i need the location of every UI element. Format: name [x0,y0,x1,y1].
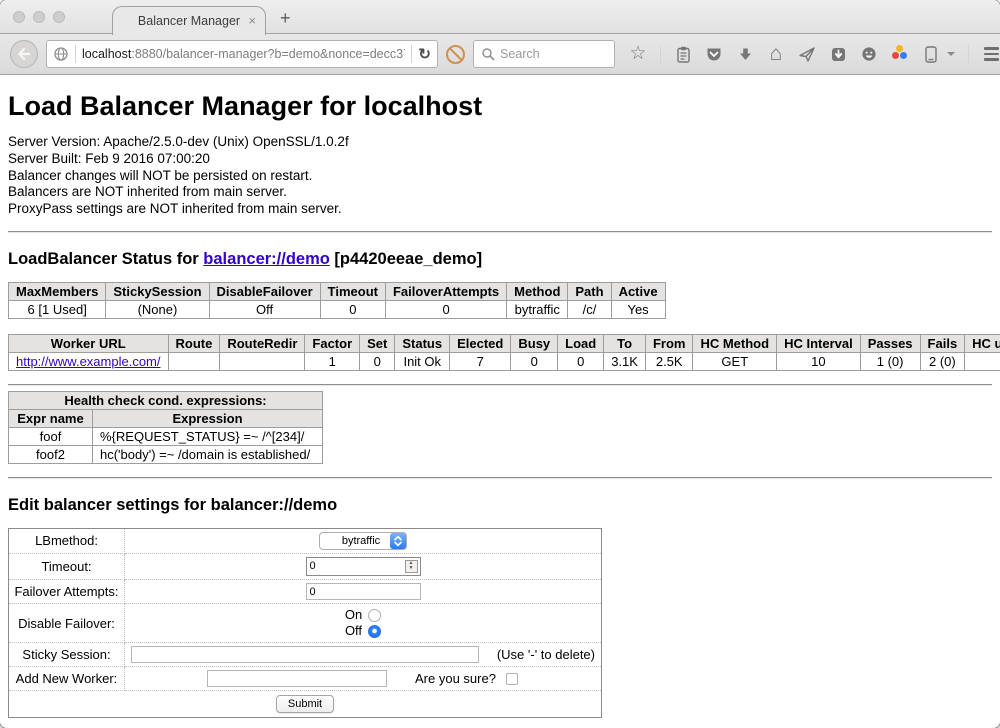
submit-row: Submit [9,691,602,718]
pocket-icon[interactable] [705,45,723,63]
reload-icon[interactable]: ↻ [418,45,431,63]
lbmethod-row: LBmethod: bytraffic [9,528,602,553]
failover-attempts-input[interactable] [306,583,421,600]
chevron-down-icon[interactable] [947,52,955,56]
health-row: foof %{REQUEST_STATUS} =~ /^[234]/ [9,427,323,445]
lbmethod-select[interactable]: bytraffic [319,532,407,550]
table-row: 6 [1 Used] (None) Off 0 0 bytraffic /c/ … [9,300,666,318]
divider [8,477,992,479]
table-header-row: MaxMembers StickySession DisableFailover… [9,282,666,300]
worker-status-table: Worker URL Route RouteRedir Factor Set S… [8,334,1000,371]
page-content: Load Balancer Manager for localhost Serv… [0,75,1000,727]
home-icon[interactable]: ⌂ [767,45,785,63]
notice-inherit: Balancers are NOT inherited from main se… [8,184,992,201]
worker-url-link[interactable]: http://www.example.com/ [16,354,161,369]
search-icon [481,47,495,61]
send-icon[interactable] [798,45,816,63]
minimize-window-button[interactable] [33,11,45,23]
tablet-sync-icon[interactable] [922,45,940,63]
timeout-row: Timeout: ▲▼ [9,553,602,579]
lbmethod-label: LBmethod: [9,528,125,553]
timeout-label: Timeout: [9,553,125,579]
content-blocked-icon[interactable] [446,45,465,64]
tab-balancer-manager[interactable]: Balancer Manager × [112,6,266,35]
radio-on-label: On [345,607,362,623]
urlbar-divider [75,45,76,63]
clipboard-icon[interactable] [674,45,692,63]
health-row: foof2 hc('body') =~ /domain is establish… [9,445,323,463]
divider [8,384,992,386]
number-stepper-icon[interactable]: ▲▼ [405,560,418,573]
sticky-session-label: Sticky Session: [9,643,125,667]
select-stepper-icon [390,533,406,549]
table-header-row: Expr name Expression [9,409,323,427]
download-panel-icon[interactable] [829,45,847,63]
sticky-session-row: Sticky Session: (Use '-' to delete) [9,643,602,667]
search-placeholder: Search [500,47,540,61]
balancer-status-table: MaxMembers StickySession DisableFailover… [8,282,666,319]
close-window-button[interactable] [13,11,25,23]
back-arrow-icon [17,48,31,60]
are-you-sure-label: Are you sure? [415,671,496,686]
server-version: Server Version: Apache/2.5.0-dev (Unix) … [8,134,992,151]
back-button[interactable] [10,40,38,68]
disable-failover-row: Disable Failover: On Off [9,604,602,643]
failover-attempts-row: Failover Attempts: [9,579,602,604]
are-you-sure-checkbox[interactable] [506,673,518,685]
timeout-input[interactable] [306,557,421,576]
search-bar[interactable]: Search [473,40,615,68]
tab-title: Balancer Manager [138,14,240,28]
health-check-table: Health check cond. expressions: Expr nam… [8,391,323,464]
urlbar-divider [411,45,412,63]
toolbar-divider [968,45,969,63]
url-bar[interactable]: localhost:8880/balancer-manager?b=demo&n… [46,40,438,68]
disable-failover-on-radio[interactable] [368,609,381,622]
server-info: Server Version: Apache/2.5.0-dev (Unix) … [8,134,992,218]
loadbalancer-status-heading: LoadBalancer Status for balancer://demo … [8,250,992,269]
tab-close-icon[interactable]: × [248,14,256,27]
notice-proxypass: ProxyPass settings are NOT inherited fro… [8,201,992,218]
table-header-row: Worker URL Route RouteRedir Factor Set S… [9,334,1000,352]
add-worker-label: Add New Worker: [9,667,125,691]
submit-button[interactable]: Submit [276,695,334,713]
worker-row: http://www.example.com/ 1 0 Init Ok 7 0 … [9,352,1000,370]
balancer-settings-form: LBmethod: bytraffic Timeout: ▲▼ [8,528,602,719]
add-worker-row: Add New Worker: Are you sure? [9,667,602,691]
browser-window: Balancer Manager × + localhost:8880/bala… [0,0,1000,728]
disable-failover-off-radio[interactable] [368,625,381,638]
download-icon[interactable] [736,45,754,63]
server-built: Server Built: Feb 9 2016 07:00:20 [8,151,992,168]
new-tab-button[interactable]: + [280,8,291,29]
chat-smiley-icon[interactable] [860,45,878,63]
zoom-window-button[interactable] [53,11,65,23]
divider [8,231,992,233]
sticky-session-input[interactable] [131,646,479,663]
traffic-lights [13,11,65,23]
globe-icon [53,46,69,62]
url-text: localhost:8880/balancer-manager?b=demo&n… [82,47,405,61]
navigation-toolbar: localhost:8880/balancer-manager?b=demo&n… [0,34,1000,75]
toolbar-divider [660,45,661,63]
bookmark-star-icon[interactable]: ☆ [629,45,647,63]
radio-off-label: Off [345,623,362,639]
edit-settings-heading: Edit balancer settings for balancer://de… [8,496,992,515]
add-worker-input[interactable] [207,670,387,687]
tab-strip: Balancer Manager × + [0,0,1000,34]
toolbar-icons: ☆ ⌂ [629,45,1000,63]
failover-attempts-label: Failover Attempts: [9,579,125,604]
sticky-session-hint: (Use '-' to delete) [497,647,595,662]
page-title: Load Balancer Manager for localhost [8,75,992,134]
colored-dots-addon-icon[interactable] [891,45,909,63]
health-title-row: Health check cond. expressions: [9,391,323,409]
balancer-demo-link[interactable]: balancer://demo [203,250,330,268]
notice-persist: Balancer changes will NOT be persisted o… [8,168,992,185]
menu-hamburger-icon[interactable] [982,45,1000,63]
disable-failover-label: Disable Failover: [9,604,125,643]
